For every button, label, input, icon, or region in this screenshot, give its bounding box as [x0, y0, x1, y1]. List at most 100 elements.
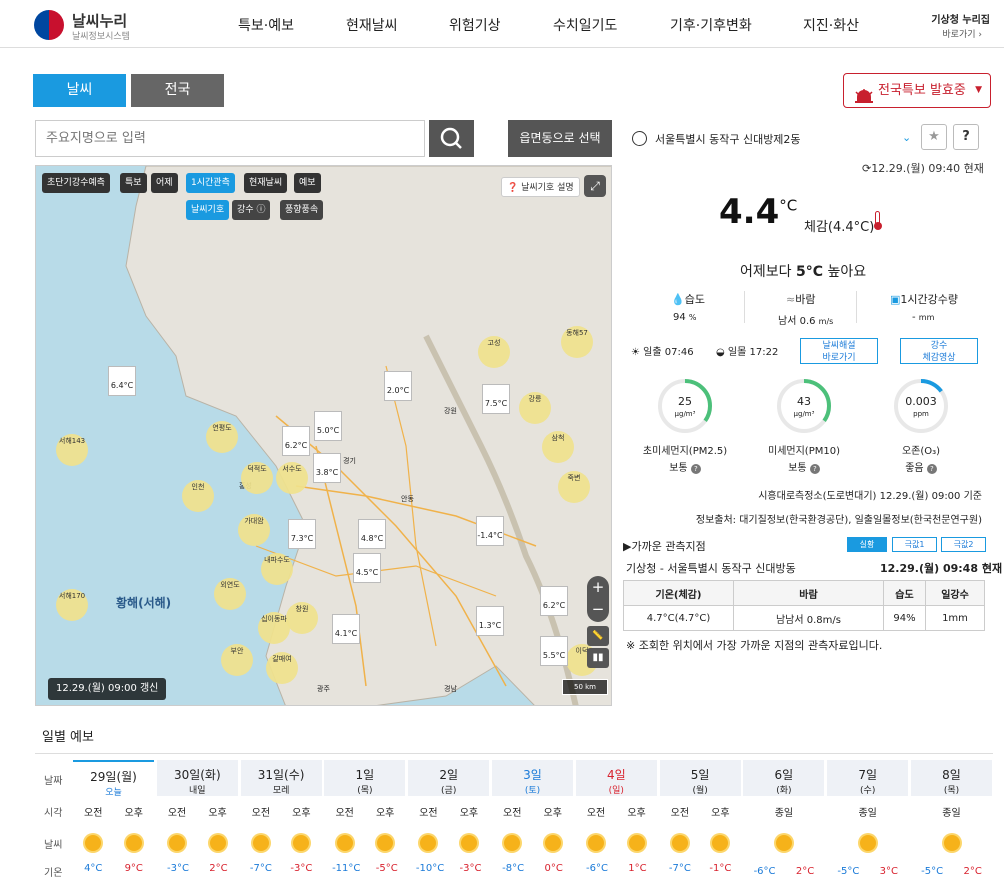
help-icon[interactable]: ?: [953, 124, 979, 150]
ruler-icon[interactable]: 📏: [587, 626, 609, 646]
city-marker[interactable]: 동해57: [561, 326, 593, 358]
kma-site-link[interactable]: 바로가기 ›: [942, 27, 982, 40]
zoom-in-icon[interactable]: +: [587, 576, 609, 598]
city-marker[interactable]: 죽변: [558, 471, 590, 503]
day-column[interactable]: 31일(수) 모레 오전 오후 -7°C -3°C: [239, 760, 322, 891]
tab-weather[interactable]: 날씨: [33, 74, 126, 107]
city-marker[interactable]: 외연도: [214, 578, 246, 610]
city-marker[interactable]: 내파수도: [261, 553, 293, 585]
refresh-icon[interactable]: ⟳: [862, 162, 871, 175]
nav-earthquake[interactable]: 지진·화산: [803, 15, 859, 35]
day-column[interactable]: 4일 (일) 오전 오후 -6°C 1°C: [574, 760, 657, 891]
tab-extreme1[interactable]: 극값1: [892, 537, 937, 552]
day-column[interactable]: 6일 (화) 종일 -6°C 2°C: [742, 760, 825, 891]
obs-pohang[interactable]: 6.2°C: [540, 586, 568, 616]
nav-hazard[interactable]: 위험기상: [449, 15, 501, 35]
rain-video-button[interactable]: 강수 체감영상: [900, 338, 978, 364]
day-column[interactable]: 1일 (목) 오전 오후 -11°C -5°C: [323, 760, 406, 891]
city-marker[interactable]: 고성: [478, 336, 510, 368]
city-marker[interactable]: 삼척: [542, 431, 574, 463]
chip-current-weather[interactable]: 현재날씨: [244, 173, 288, 193]
obs-bukgangneung[interactable]: 7.5°C: [482, 384, 510, 414]
site-logo[interactable]: 날씨누리 날씨정보시스템: [34, 8, 134, 42]
obs-hongseong[interactable]: 7.3°C: [288, 519, 316, 549]
chip-wind[interactable]: 풍향풍속: [280, 200, 324, 220]
chip-warning[interactable]: 특보: [120, 173, 147, 193]
city-marker[interactable]: 창원: [286, 602, 318, 634]
favorite-star-icon[interactable]: ★: [921, 124, 947, 150]
tab-realtime[interactable]: 실황: [847, 537, 887, 552]
obs-daegu[interactable]: 1.3°C: [476, 606, 504, 636]
humidity-value: 94 %: [673, 312, 697, 323]
chip-nowcast[interactable]: 초단기강수예측: [42, 173, 110, 193]
city-marker[interactable]: 덕적도: [241, 462, 273, 494]
day-column[interactable]: 7일 (수) 종일 -5°C 3°C: [826, 760, 909, 891]
search-input[interactable]: [35, 120, 425, 157]
chip-weather-symbol[interactable]: 날씨기호: [186, 200, 230, 220]
chip-forecast[interactable]: 예보: [294, 173, 321, 193]
chip-precipitation[interactable]: 강수 ⓘ: [232, 200, 271, 220]
temp-high: 2°C: [209, 863, 228, 874]
period-label: 오후: [711, 808, 730, 819]
chip-yesterday[interactable]: 어제: [151, 173, 178, 193]
obs-cheongju-2[interactable]: 4.5°C: [353, 553, 381, 583]
location-dropdown-icon[interactable]: ⌄: [902, 131, 911, 144]
nav-climate[interactable]: 기후·기후변화: [670, 15, 752, 35]
obs-ulsan[interactable]: 5.5°C: [540, 636, 568, 666]
city-marker[interactable]: 강릉: [519, 392, 551, 424]
weather-commentary-button[interactable]: 날씨해설 바로가기: [800, 338, 878, 364]
air-value: 0.003: [905, 395, 937, 408]
day-column[interactable]: 30일(화) 내일 오전 오후 -3°C 2°C: [155, 760, 238, 891]
obs-andong[interactable]: -1.4°C: [476, 516, 504, 546]
day-column[interactable]: 29일(월) 오늘 오전 오후 4°C 9°C: [72, 760, 154, 891]
layers-icon[interactable]: ▮▮: [587, 648, 609, 668]
city-marker[interactable]: 서해170: [56, 589, 88, 621]
sunny-icon: [712, 835, 729, 851]
weather-map[interactable]: 초단기강수예측 특보 어제 1시간관측 현재날씨 예보 날씨기호 강수 ⓘ 풍향…: [35, 165, 612, 706]
day-sub: 내일: [189, 786, 206, 796]
city-marker[interactable]: 서해143: [56, 434, 88, 466]
cell-temp: 4.7°C(4.7°C): [623, 605, 734, 631]
help-icon[interactable]: ?: [926, 464, 937, 474]
city-marker[interactable]: 연평도: [206, 421, 238, 453]
sunny-icon: [671, 835, 688, 851]
city-marker[interactable]: 십이동파: [258, 612, 290, 644]
zoom-out-icon[interactable]: −: [587, 598, 609, 620]
obs-cheongju[interactable]: 4.8°C: [358, 519, 386, 549]
obs-incheon[interactable]: 6.2°C: [282, 426, 310, 456]
day-sub: (금): [441, 786, 457, 796]
help-icon[interactable]: ?: [690, 464, 701, 474]
obs-baengnyeong[interactable]: 6.4°C: [108, 366, 136, 396]
tab-nationwide[interactable]: 전국: [131, 74, 224, 107]
chip-hourly-obs[interactable]: 1시간관측: [186, 173, 235, 193]
fullscreen-icon[interactable]: ⤢: [584, 175, 606, 197]
day-column[interactable]: 2일 (금) 오전 오후 -10°C -3°C: [407, 760, 490, 891]
nav-numerical-chart[interactable]: 수치일기도: [553, 15, 617, 35]
map-scale: 50 km: [562, 679, 608, 695]
period-label: 오전: [167, 808, 187, 819]
day-column[interactable]: 5일 (월) 오전 오후 -7°C -1°C: [658, 760, 741, 891]
obs-jeonju[interactable]: 4.1°C: [332, 614, 360, 644]
nationwide-warning-button[interactable]: 전국특보 발효중 ▼: [843, 73, 991, 108]
city-marker[interactable]: 인천: [182, 480, 214, 512]
city-marker[interactable]: 부안: [221, 644, 253, 676]
city-marker[interactable]: 가대암: [238, 514, 270, 546]
sunny-icon: [544, 835, 561, 851]
obs-bukchuncheon[interactable]: 2.0°C: [384, 371, 412, 401]
city-marker[interactable]: 서수도: [276, 462, 308, 494]
search-button[interactable]: [429, 120, 474, 157]
select-by-dong-button[interactable]: 읍면동으로 선택: [508, 120, 612, 157]
nav-current-weather[interactable]: 현재날씨: [346, 15, 398, 35]
map-legend-button[interactable]: ❓ 날씨기호 설명: [501, 177, 580, 197]
day-date: 7일: [858, 768, 878, 782]
day-column[interactable]: 8일 (목) 종일 -5°C 2°C: [910, 760, 992, 891]
city-marker[interactable]: 갈매여: [266, 652, 298, 684]
tab-extreme2[interactable]: 극값2: [941, 537, 986, 552]
nav-forecast[interactable]: 특보·예보: [238, 15, 294, 35]
day-column[interactable]: 3일 (토) 오전 오후 -8°C 0°C: [491, 760, 573, 891]
location-target-icon[interactable]: [632, 131, 647, 146]
kma-site-title[interactable]: 기상청 누리집: [931, 11, 990, 26]
obs-seoul[interactable]: 5.0°C: [314, 411, 342, 441]
obs-gimpo[interactable]: 3.8°C: [313, 453, 341, 483]
help-icon[interactable]: ?: [809, 464, 820, 474]
